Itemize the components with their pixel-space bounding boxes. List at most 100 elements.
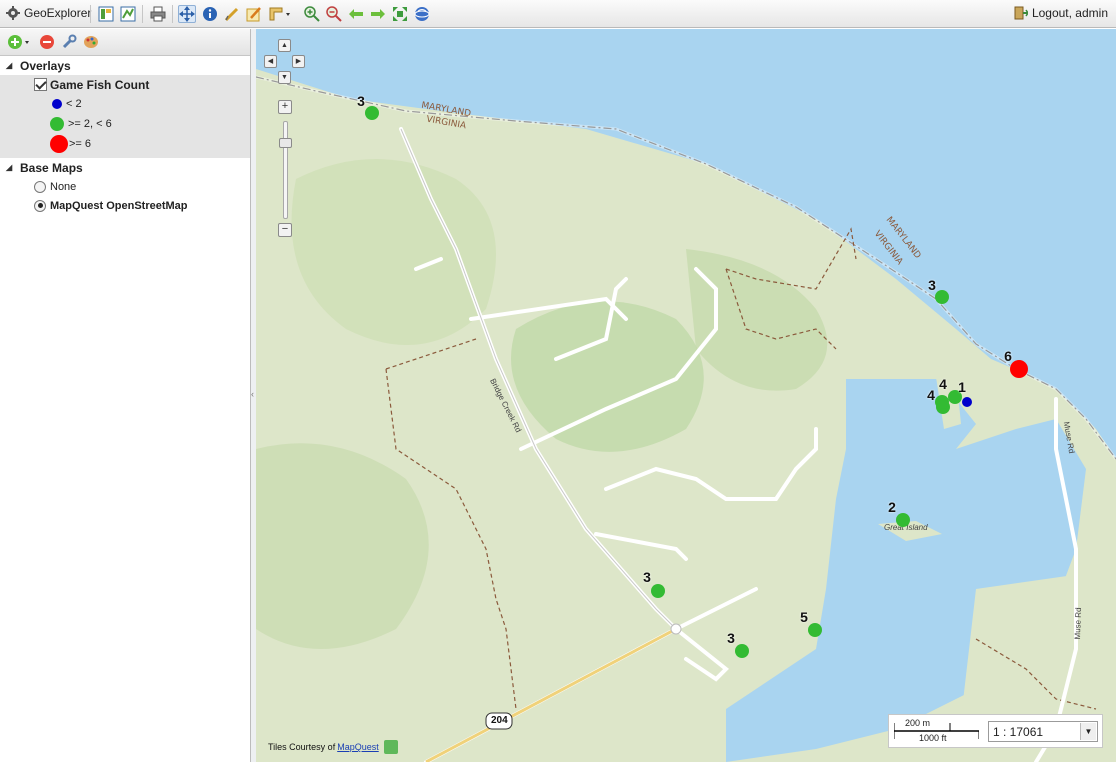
scale-imperial-label: 1000 ft: [919, 733, 947, 743]
basemap-option-mapquest[interactable]: MapQuest OpenStreetMap: [0, 196, 250, 215]
app-title-text: GeoExplorer: [24, 6, 92, 20]
measure-icon[interactable]: [223, 5, 241, 23]
layer-label: Game Fish Count: [50, 77, 150, 92]
fish-count-label: 2: [888, 499, 896, 515]
add-layer-button[interactable]: [6, 33, 32, 51]
pan-icon[interactable]: [178, 5, 196, 23]
top-toolbar: GeoExplorer Logout, admin: [0, 0, 1116, 28]
fish-count-marker[interactable]: [935, 290, 949, 304]
legend-label-mid: >= 2, < 6: [68, 118, 112, 130]
remove-layer-button[interactable]: [38, 33, 56, 51]
fish-count-marker[interactable]: [896, 513, 910, 527]
layers-icon[interactable]: [97, 5, 115, 23]
mapquest-link[interactable]: MapQuest: [337, 742, 379, 752]
legend-label-low: < 2: [66, 98, 82, 110]
zoom-slider-handle[interactable]: [279, 138, 292, 148]
scale-panel: 200 m 1000 ft 1 : 17061 ▼: [888, 714, 1103, 748]
legend-item-low: < 2: [0, 94, 250, 114]
fish-count-marker[interactable]: [962, 397, 972, 407]
collapse-arrow-icon[interactable]: ◢: [6, 163, 20, 172]
route-shield-label: 204: [491, 715, 508, 726]
legend-symbol-mid: [50, 117, 64, 131]
logout-button[interactable]: Logout, admin: [1014, 6, 1108, 20]
fish-count-marker[interactable]: [651, 584, 665, 598]
fish-count-marker[interactable]: [735, 644, 749, 658]
layers-toolbar: [0, 29, 250, 56]
globe-icon[interactable]: [413, 5, 431, 23]
mapquest-logo-icon: [383, 740, 398, 754]
legend-symbol-low: [52, 99, 62, 109]
toolbar-separator: [142, 5, 143, 23]
scale-metric-label: 200 m: [905, 718, 931, 728]
ruler-icon[interactable]: [267, 5, 293, 23]
palette-icon: [84, 36, 98, 48]
add-icon: [8, 35, 29, 49]
overlays-title: Overlays: [20, 58, 71, 73]
fish-count-label: 4: [939, 376, 947, 392]
back-icon[interactable]: [347, 5, 365, 23]
layer-visibility-checkbox[interactable]: [34, 78, 47, 91]
export-map-icon[interactable]: [119, 5, 137, 23]
fish-count-label: 5: [800, 609, 808, 625]
attribution-text: Tiles Courtesy of: [268, 742, 336, 752]
fish-count-label: 6: [1004, 348, 1012, 364]
basemap-radio-mapquest[interactable]: [34, 199, 46, 212]
wrench-icon: [62, 34, 77, 49]
legend-item-mid: >= 2, < 6: [0, 114, 250, 134]
toolbar-separator: [90, 5, 91, 23]
basemap-radio-none[interactable]: [34, 180, 46, 193]
pan-down-button[interactable]: ▼: [278, 71, 291, 84]
logout-icon: [1014, 6, 1028, 20]
basemap-label: None: [50, 180, 77, 193]
remove-icon: [40, 35, 54, 49]
basemap-label: MapQuest OpenStreetMap: [50, 199, 188, 212]
base-maps-header[interactable]: ◢ Base Maps: [0, 158, 250, 177]
fish-count-label: 3: [928, 277, 936, 293]
zoom-out-button[interactable]: −: [278, 223, 292, 237]
splitter-arrow-icon[interactable]: ‹: [251, 389, 254, 399]
legend-label-high: >= 6: [69, 138, 92, 150]
fish-count-marker[interactable]: [808, 623, 822, 637]
layer-game-fish-count[interactable]: Game Fish Count: [0, 75, 250, 94]
fish-count-marker[interactable]: [365, 106, 379, 120]
app-title: GeoExplorer: [6, 6, 91, 20]
toolbar-separator: [172, 5, 173, 23]
zoom-out-icon[interactable]: [325, 5, 343, 23]
fish-count-marker[interactable]: [935, 395, 949, 409]
basemap-option-none[interactable]: None: [0, 177, 250, 196]
zoom-in-icon[interactable]: [303, 5, 321, 23]
layers-panel: ◢ Overlays Game Fish Count < 2 >= 2, < 6…: [0, 29, 251, 762]
map-viewport[interactable]: MARYLAND VIRGINIA MARYLAND VIRGINIA Brid…: [256, 29, 1116, 762]
overlays-header[interactable]: ◢ Overlays: [0, 56, 250, 75]
geoexplorer-logo-icon: [6, 6, 20, 20]
zoom-extent-icon[interactable]: [391, 5, 409, 23]
logout-label: Logout, admin: [1031, 6, 1108, 20]
pan-up-button[interactable]: ▲: [278, 39, 291, 52]
zoom-slider-track[interactable]: [283, 121, 288, 219]
base-maps-title: Base Maps: [20, 160, 83, 175]
zoom-in-button[interactable]: +: [278, 100, 292, 114]
overlay-layer-group: Game Fish Count < 2 >= 2, < 6 >= 6: [0, 75, 250, 158]
legend-item-high: >= 6: [0, 134, 250, 154]
pan-right-button[interactable]: ▶: [292, 55, 305, 68]
edit-icon[interactable]: [245, 5, 263, 23]
scale-select[interactable]: 1 : 17061 ▼: [988, 721, 1098, 742]
forward-icon[interactable]: [369, 5, 387, 23]
pan-left-button[interactable]: ◀: [264, 55, 277, 68]
fish-count-marker[interactable]: [1010, 360, 1028, 378]
fish-count-label: 3: [643, 569, 651, 585]
info-icon[interactable]: [201, 5, 219, 23]
scale-ratio-value: 1 : 17061: [993, 724, 1044, 739]
fish-count-label: 3: [357, 93, 365, 109]
fish-count-label: 3: [727, 630, 735, 646]
print-icon[interactable]: [149, 5, 167, 23]
map-tiles: [256, 69, 1116, 762]
layer-styles-button[interactable]: [82, 33, 100, 51]
collapse-arrow-icon[interactable]: ◢: [6, 61, 20, 70]
map-attribution: Tiles Courtesy of MapQuest: [268, 740, 398, 754]
road-label: Muse Rd: [1072, 607, 1084, 640]
layer-properties-button[interactable]: [60, 33, 78, 51]
fish-count-label: 1: [958, 379, 966, 395]
chevron-down-icon[interactable]: ▼: [1080, 723, 1096, 740]
legend-symbol-high: [50, 135, 68, 153]
